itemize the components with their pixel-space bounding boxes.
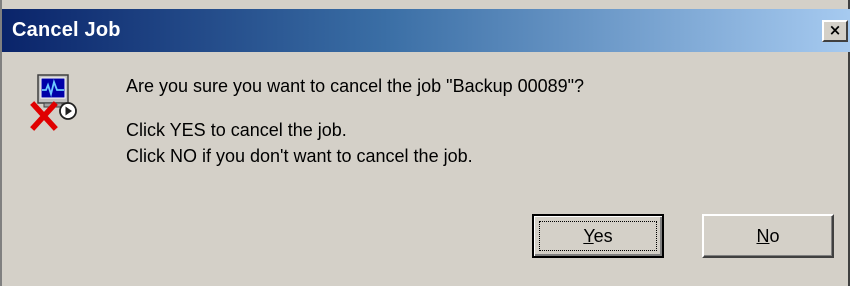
yes-instruction-text: Click YES to cancel the job.	[126, 120, 347, 140]
yes-label-rest: es	[593, 226, 613, 246]
no-mnemonic: N	[756, 226, 770, 246]
close-button[interactable]: ×	[822, 20, 848, 42]
message-spacer	[126, 99, 584, 117]
no-button-label: No	[756, 226, 779, 246]
no-button[interactable]: No	[702, 214, 834, 258]
yes-button-label: Yes	[583, 226, 612, 246]
no-label-rest: o	[769, 226, 780, 246]
window-title: Cancel Job	[12, 19, 121, 41]
yes-button[interactable]: Yes	[532, 214, 664, 258]
title-bar[interactable]: Cancel Job ×	[2, 9, 850, 52]
message-text: Are you sure you want to cancel the job …	[126, 73, 584, 169]
cancel-job-dialog: Cancel Job × Are you sure you want to ca…	[0, 0, 850, 286]
close-icon: ×	[828, 21, 842, 39]
yes-mnemonic: Y	[583, 226, 594, 246]
question-text: Are you sure you want to cancel the job …	[126, 76, 585, 96]
no-instruction-text: Click NO if you don't want to cancel the…	[126, 146, 473, 166]
cancel-job-icon	[30, 74, 77, 131]
